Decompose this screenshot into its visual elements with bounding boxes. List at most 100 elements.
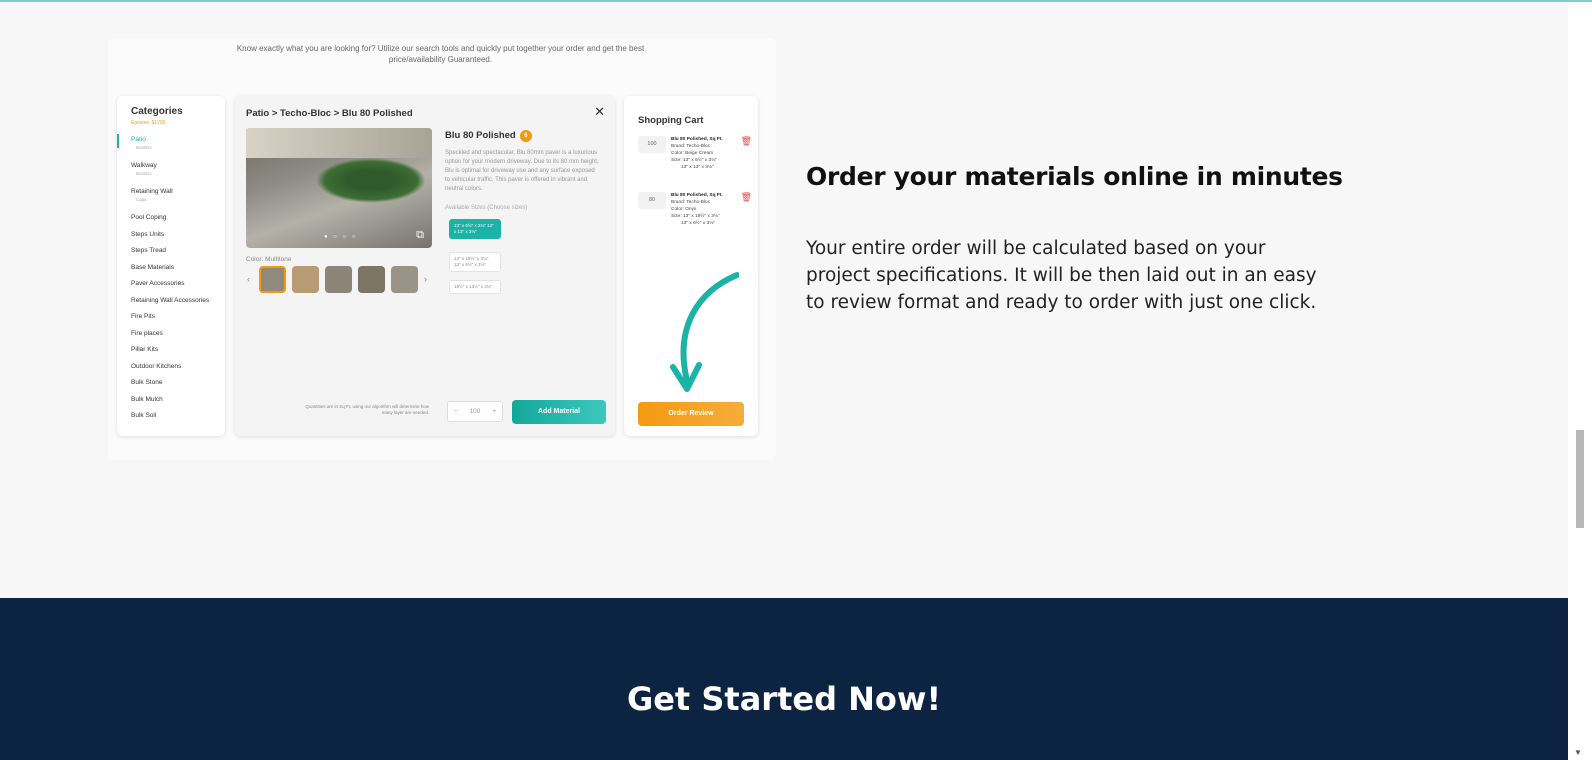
categories-title: Categories [131, 106, 183, 117]
curved-arrow-icon [670, 272, 739, 392]
get-started-heading[interactable]: Get Started Now! [0, 680, 1568, 718]
product-photo: ● ○ ○ ○ ⧉ [246, 128, 432, 248]
cart-item-line: Size: 13" x 6½" x 3⅛" [671, 158, 717, 163]
product-title: Blu 80 Polished 6 [445, 130, 532, 142]
scroll-down-arrow-icon[interactable]: ▼ [1574, 748, 1582, 757]
feature-section: Know exactly what you are looking for? U… [0, 2, 1568, 598]
category-item[interactable]: Outdoor Kitchens [131, 363, 225, 380]
category-item[interactable]: Pillar Kits [131, 346, 225, 363]
category-item[interactable]: Pool Coping [131, 214, 225, 231]
plus-icon[interactable]: + [492, 408, 496, 415]
category-label: Steps Units [131, 230, 165, 238]
color-swatch[interactable] [325, 266, 352, 293]
category-sub-label[interactable]: Borders [136, 171, 225, 176]
category-label: Pillar Kits [131, 346, 159, 353]
photo-plants [316, 158, 426, 203]
ordering-app-screenshot: Know exactly what you are looking for? U… [108, 38, 776, 460]
categories-panel: Categories Epoxies: $1795 Patio Borders Wa… [117, 96, 225, 436]
add-material-button[interactable]: Add Material [512, 400, 606, 424]
category-item[interactable]: Bulk Stone [131, 379, 225, 396]
cart-item-line: Color: Beige Cream [671, 151, 714, 156]
category-item[interactable]: Bulk Mulch [131, 396, 225, 413]
category-item[interactable]: Steps Tread [131, 247, 225, 264]
category-label: Bulk Soil [131, 412, 157, 419]
color-swatch[interactable] [391, 266, 418, 293]
category-label: Steps Tread [131, 247, 167, 254]
trash-icon[interactable]: 🗑 [741, 136, 752, 147]
carousel-dots[interactable]: ● ○ ○ ○ [324, 234, 358, 240]
breadcrumb: Patio > Techo-Bloc > Blu 80 Polished [246, 108, 413, 119]
sizes-label: Available Sizes (Choose sizes) [445, 205, 528, 211]
external-link-icon[interactable]: ⧉ [416, 229, 424, 242]
category-sub-label[interactable]: Caps [136, 197, 225, 202]
active-indicator [117, 134, 119, 148]
category-label: Patio [131, 136, 146, 143]
category-item[interactable]: Base Materials [131, 264, 225, 281]
quantity-stepper[interactable]: − 100 + [447, 401, 503, 422]
product-badge: 6 [519, 130, 532, 142]
order-review-button[interactable]: Order Review [638, 402, 744, 426]
category-item[interactable]: Steps Units [131, 231, 225, 248]
cart-item-info: Blu 80 Polished, Sq Ft. Brand: Techo-Blo… [671, 136, 741, 171]
category-item[interactable]: Paver Accessories [131, 280, 225, 297]
category-label: Fire Pits [131, 313, 155, 320]
categories-subtitle: Epoxies: $1795 [131, 120, 166, 126]
category-item[interactable]: Retaining Wall Accessories [131, 297, 225, 314]
category-label: Retaining Wall [131, 188, 173, 195]
category-item[interactable]: Walkway Borders [131, 162, 225, 188]
category-item[interactable]: Retaining Wall Caps [131, 188, 225, 214]
cart-item-name: Blu 80 Polished, Sq Ft. [671, 193, 723, 198]
category-label: Pool Coping [131, 214, 167, 221]
color-swatch[interactable] [292, 266, 319, 293]
category-label: Retaining Wall Accessories [131, 296, 210, 304]
cart-item-line: Brand: Techo-Bloc [671, 144, 711, 149]
scrollbar-thumb[interactable] [1576, 430, 1584, 528]
size-option-3[interactable]: 19½" x 13½" x 3⅛" [449, 280, 501, 294]
feature-headline: Order your materials online in minutes [806, 162, 1343, 191]
color-swatch[interactable] [358, 266, 385, 293]
color-swatch[interactable] [259, 266, 286, 293]
shopping-cart-panel: Shopping Cart 100 Blu 80 Polished, Sq Ft… [624, 96, 758, 436]
category-item[interactable]: Patio Borders [117, 134, 225, 162]
cart-item-qty[interactable]: 80 [638, 192, 666, 209]
close-icon[interactable]: ✕ [594, 104, 605, 120]
product-description: Speckled and spectacular, Blu 80mm paver… [445, 150, 599, 192]
quantity-note: Quantities are in Sq Ft, using our algor… [305, 404, 429, 415]
category-item[interactable]: Bulk Soil [131, 412, 225, 429]
product-detail-panel: Patio > Techo-Bloc > Blu 80 Polished ✕ ●… [235, 96, 615, 436]
intro-text: Know exactly what you are looking for? U… [236, 44, 645, 64]
category-label: Bulk Stone [131, 379, 163, 386]
category-label: Paver Accessories [131, 280, 185, 287]
product-name: Blu 80 Polished [445, 130, 516, 141]
cart-item-info: Blu 80 Polished, Sq Ft. Brand: Techo-Blo… [671, 192, 741, 227]
quantity-value[interactable]: 100 [470, 408, 481, 415]
category-list: Patio Borders Walkway Borders Retaining Wall… [117, 134, 225, 429]
cta-banner: Get Started Now! [0, 598, 1568, 760]
minus-icon[interactable]: − [454, 408, 458, 415]
category-item[interactable]: Fire places [131, 330, 225, 347]
cart-item-line: Size: 13" x 19½" x 3⅛" [671, 214, 720, 219]
chevron-left-icon[interactable]: ‹ [247, 274, 250, 284]
category-item[interactable]: Fire Pits [131, 313, 225, 330]
category-label: Walkway [131, 162, 157, 169]
color-label: Color: Multitone [246, 256, 292, 263]
page-scrollbar[interactable]: ▼ [1568, 2, 1592, 760]
cart-item-line: 13" x 13" x 3⅛" [681, 165, 714, 170]
size-option-1[interactable]: 13" x 6½" x 3⅛" 13" x 13" x 3⅛" [449, 219, 501, 239]
cart-item-line: 13" x 6½" x 3⅛" [681, 221, 715, 226]
cart-item-line: Brand: Techo-Bloc [671, 200, 711, 205]
category-label: Bulk Mulch [131, 395, 163, 403]
size-option-2[interactable]: 13" x 19½" x 3⅛" 13" x 6½" x 3⅛" [449, 252, 501, 272]
category-label: Fire places [131, 329, 163, 337]
trash-icon[interactable]: 🗑 [741, 192, 752, 203]
category-sub-label[interactable]: Borders [136, 145, 225, 150]
category-label: Outdoor Kitchens [131, 362, 182, 370]
photo-house [246, 128, 432, 158]
cart-title: Shopping Cart [638, 115, 704, 126]
cart-item-qty[interactable]: 100 [638, 136, 666, 153]
cart-item-line: Color: Onyx [671, 207, 697, 212]
feature-description: Your entire order will be calculated bas… [806, 238, 1317, 313]
category-label: Base Materials [131, 263, 174, 271]
cart-item-name: Blu 80 Polished, Sq Ft. [671, 137, 723, 142]
chevron-right-icon[interactable]: › [424, 274, 427, 284]
